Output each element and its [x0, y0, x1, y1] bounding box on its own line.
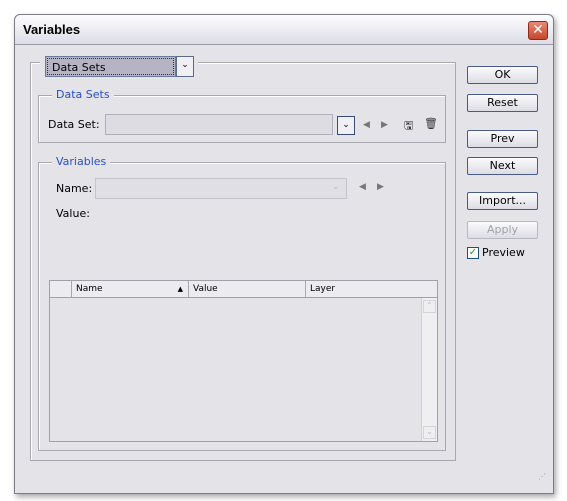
reset-button[interactable]: Reset [467, 94, 538, 112]
apply-button[interactable]: Apply [467, 221, 538, 239]
sort-ascending-icon: ▲ [177, 285, 183, 293]
resize-grip-icon[interactable]: ⋰ [538, 472, 546, 481]
chevron-down-icon[interactable]: ⌄ [176, 56, 194, 77]
value-label: Value: [56, 207, 90, 220]
preview-checkbox[interactable]: ✓ [467, 247, 479, 259]
scroll-down-icon[interactable]: ⌄ [423, 426, 436, 439]
scrollbar[interactable]: ⌃ ⌄ [421, 298, 437, 441]
mode-select[interactable]: Data Sets [45, 56, 176, 77]
data-sets-legend: Data Sets [52, 88, 114, 101]
variables-legend: Variables [52, 155, 111, 168]
name-label: Name: [56, 182, 93, 195]
scroll-up-icon[interactable]: ⌃ [423, 300, 436, 313]
data-set-select[interactable] [105, 114, 333, 135]
column-header-name[interactable]: Name ▲ [72, 281, 189, 297]
dialog-title: Variables [23, 22, 81, 37]
data-set-label: Data Set: [48, 118, 100, 131]
title-bar: Variables ✕ [15, 15, 553, 45]
next-button[interactable]: Next [467, 157, 538, 175]
table-header-blank [50, 281, 72, 297]
save-dataset-icon[interactable]: 🖫 [404, 117, 413, 136]
import-button[interactable]: Import... [467, 192, 538, 210]
variables-table: Name ▲ Value Layer ⌃ ⌄ [49, 280, 438, 442]
variable-name-select[interactable] [95, 178, 347, 199]
column-header-value[interactable]: Value [189, 281, 306, 297]
prev-button[interactable]: Prev [467, 130, 538, 148]
ok-button[interactable]: OK [467, 66, 538, 84]
triangle-left-icon[interactable]: ◀ [363, 120, 370, 130]
preview-label: Preview [482, 246, 525, 259]
triangle-right-icon[interactable]: ▶ [381, 120, 388, 130]
column-header-layer[interactable]: Layer [306, 281, 437, 297]
close-icon[interactable]: ✕ [528, 21, 548, 40]
chevron-down-icon[interactable]: ⌄ [337, 116, 355, 135]
triangle-right-icon[interactable]: ▶ [377, 182, 384, 192]
chevron-down-icon: ⌄ [332, 182, 340, 192]
table-body [50, 297, 437, 441]
trash-icon[interactable]: 🗑 [424, 117, 438, 130]
triangle-left-icon[interactable]: ◀ [359, 182, 366, 192]
